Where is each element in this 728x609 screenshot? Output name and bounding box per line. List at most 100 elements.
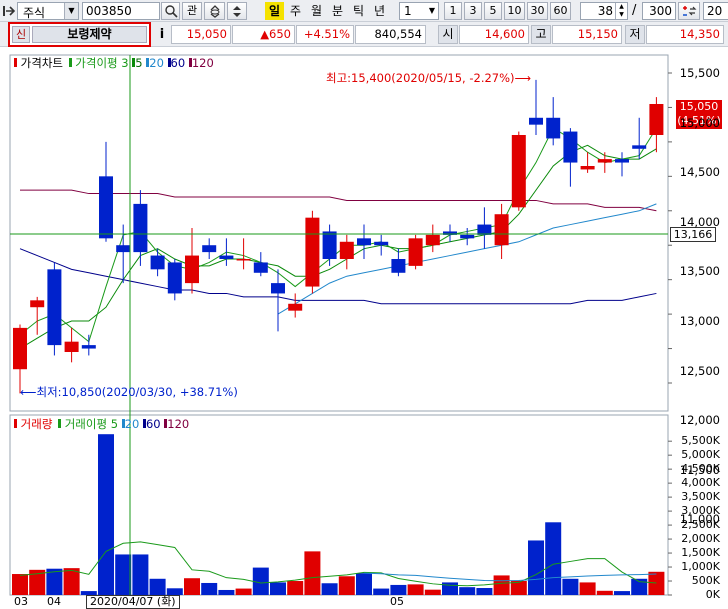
volume-bar: [63, 568, 80, 595]
period-tab[interactable]: 분: [328, 2, 347, 20]
legend-swatch: [68, 58, 72, 67]
low-label: 저: [625, 25, 645, 44]
stock-chart[interactable]: [0, 47, 728, 606]
candle-body: [649, 104, 664, 135]
volume-tick-label: 500K: [691, 574, 720, 588]
toolbar: 주식 ▼ 003850 관 일주월분틱년 1 ▼ 1 3 5 10 30 60 38 ▲ ▼…: [0, 0, 728, 22]
volume-bar: [424, 589, 441, 595]
candle-body: [339, 241, 354, 259]
stock-name-box[interactable]: 신 보령제약: [8, 22, 151, 47]
quick-interval-button[interactable]: 5: [484, 2, 502, 20]
price-tick-label: 14,500: [679, 165, 720, 180]
volume-bar: [184, 578, 200, 595]
stock-code-input[interactable]: 003850: [82, 2, 160, 20]
candle-body: [81, 345, 96, 349]
volume-tick-label: 3,000K: [681, 504, 720, 518]
min-price-note: ⟵최저:10,850(2020/03/30, +38.71%): [20, 385, 238, 399]
candle-body: [632, 145, 647, 149]
crosshair-price-label: 13,166: [670, 227, 716, 242]
candle-body: [185, 255, 199, 284]
volume-bar: [528, 540, 544, 595]
volume-bar: [218, 589, 235, 595]
candle-body: [597, 159, 612, 163]
period-tab[interactable]: 일: [265, 2, 284, 20]
volume-bar: [596, 590, 613, 595]
candle-body: [202, 245, 217, 253]
prev-next-stepper[interactable]: [227, 2, 247, 20]
up-down-icon: [233, 6, 241, 17]
volume-tick-label: 4,500K: [681, 462, 720, 476]
volume-tick-label: 2,500K: [681, 518, 720, 532]
candle-body: [494, 214, 509, 246]
quick-interval-button[interactable]: 60: [550, 2, 571, 20]
volume-bar: [321, 583, 338, 595]
price-tick-label: 12,500: [679, 363, 720, 378]
spinner-icon[interactable]: ▲ ▼: [615, 3, 627, 19]
volume-tick-label: 5,000K: [681, 448, 720, 462]
market-select[interactable]: 주식 ▼: [17, 2, 79, 20]
zoom-count-input[interactable]: 38 ▲ ▼: [580, 2, 628, 20]
candle-body: [64, 341, 79, 352]
legend-v4: 120: [167, 417, 190, 431]
arrow-into-icon[interactable]: [3, 5, 16, 17]
x-label-03: 03: [14, 595, 28, 608]
candle-body: [116, 245, 131, 253]
candle-body: [30, 300, 45, 308]
legend-p3: 20: [149, 56, 164, 70]
candle-body: [253, 262, 268, 273]
period-tab[interactable]: 월: [307, 2, 326, 20]
chart-area[interactable]: 가격차트 가격이평 3 5 20 60 120 거래량 거래이평 5 20 60…: [0, 47, 728, 609]
quick-interval-button[interactable]: 10: [504, 2, 525, 20]
legend-p1: 3: [121, 56, 129, 70]
quick-interval-button[interactable]: 30: [527, 2, 548, 20]
candle-body: [133, 203, 148, 253]
volume-tick-label: 4,000K: [681, 476, 720, 490]
quick-interval-button[interactable]: 3: [464, 2, 482, 20]
candle-body: [425, 234, 440, 246]
candle-body: [391, 259, 406, 273]
max-price-note: 최고:15,400(2020/05/15, -2.27%)⟶: [326, 71, 532, 85]
volume-bar: [579, 582, 596, 595]
high-label: 고: [531, 25, 551, 44]
interval-value: 1: [404, 4, 412, 18]
period-tab[interactable]: 주: [286, 2, 305, 20]
info-button[interactable]: i: [155, 25, 169, 44]
volume-bar: [493, 575, 510, 595]
candle-body: [563, 131, 578, 163]
volume-bar: [115, 554, 132, 595]
open-label: 시: [438, 25, 458, 44]
zoom-separator: /: [632, 3, 637, 18]
volume-bar: [270, 582, 286, 595]
volume-tick-label: 2,000K: [681, 532, 720, 546]
candle-body: [271, 283, 285, 294]
volume-bar: [373, 588, 390, 595]
volume-tick-label: 0K: [705, 588, 720, 601]
price-tick-label: 15,500: [679, 66, 720, 80]
trade-volume: 840,554: [355, 25, 426, 44]
candle-body: [288, 303, 303, 311]
volume-bar: [459, 587, 476, 595]
period-tab[interactable]: 틱: [349, 2, 368, 20]
candle-body: [167, 262, 182, 294]
search-button[interactable]: [161, 2, 180, 20]
link-button[interactable]: [204, 2, 225, 20]
price-tick-label: 13,500: [679, 264, 720, 279]
zoom-count-value: 38: [597, 4, 613, 18]
watchlist-button[interactable]: 관: [182, 2, 202, 20]
quick-interval-button[interactable]: 1: [444, 2, 462, 20]
interval-select[interactable]: 1 ▼: [399, 2, 439, 20]
zoom-toggle-button[interactable]: [678, 2, 700, 20]
volume-bar: [476, 588, 493, 595]
legend-p4: 60: [170, 56, 186, 70]
legend-v3: 60: [145, 417, 161, 431]
date-input[interactable]: 20: [703, 2, 728, 20]
price-tick-label: 15,000: [679, 115, 720, 130]
low-price: 14,350: [646, 25, 724, 44]
zoom-total-input[interactable]: 300: [642, 2, 676, 20]
candle-body: [322, 231, 337, 259]
legend-swatch: [14, 419, 17, 428]
period-tab[interactable]: 년: [370, 2, 389, 20]
legend-volume-title: 거래량: [20, 417, 53, 431]
candle-body: [374, 241, 389, 246]
legend-v2: 20: [124, 417, 140, 431]
